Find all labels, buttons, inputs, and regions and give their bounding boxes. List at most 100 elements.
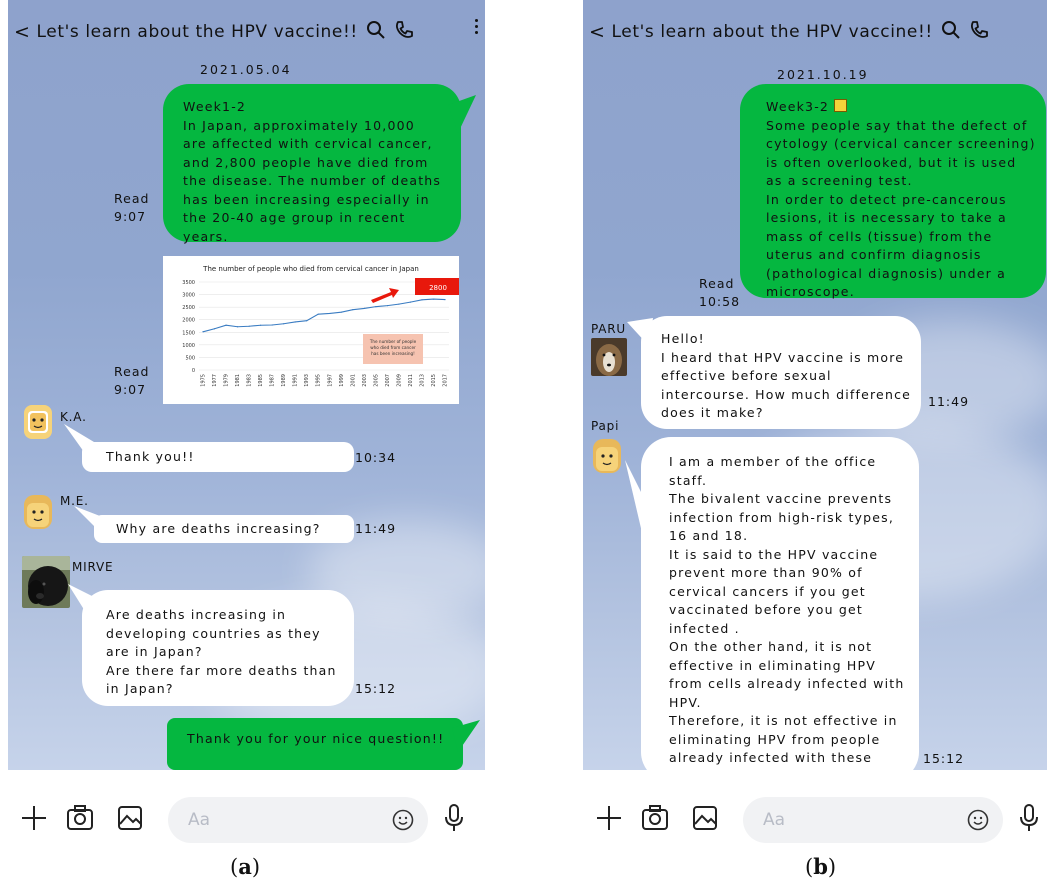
read-status: Read 9:07 [114,364,150,397]
message-bubble-incoming[interactable]: I am a member of the office staff. The b… [641,437,919,770]
annotation-text: The number of people [369,339,417,344]
chart-image[interactable]: The number of people who died from cervi… [163,256,461,404]
message-input[interactable]: Aa [168,797,428,843]
x-tick-label: 1993 [304,374,310,387]
figure-caption-b: (b) [805,854,837,879]
chat-date: 2021.10.19 [777,67,869,82]
message-time: 11:49 [928,394,970,409]
data-point [317,313,319,315]
y-tick-label: 1000 [182,343,195,349]
series-line [202,298,446,333]
phone-call-icon[interactable] [394,20,414,45]
camera-icon[interactable] [641,804,669,836]
data-point [432,298,435,300]
search-icon[interactable] [941,20,961,45]
y-tick-label: 3000 [182,293,195,299]
message-bubble-incoming[interactable]: Thank you!! [82,442,354,472]
figure-caption-a: (a) [230,854,261,879]
message-bubble-incoming[interactable]: Why are deaths increasing? [94,515,354,543]
data-point [271,324,273,326]
emoji-icon[interactable] [967,809,989,836]
bubble-tail [625,460,655,588]
x-tick-label: 2009 [396,374,402,387]
back-arrow-icon[interactable]: < [589,21,606,43]
chat-header: < Let's learn about the HPV vaccine!! [583,12,989,52]
bubble-tail [68,584,104,632]
annotation-text: has been increasing! [371,351,415,356]
bubble-tail [452,720,480,752]
message-bubble-outgoing[interactable]: Week3-2 Some people say that the defect … [740,84,1046,299]
input-placeholder: Aa [188,810,211,830]
memo-icon [834,99,848,112]
microphone-icon[interactable] [442,803,466,837]
data-point [225,324,227,326]
phone-call-icon[interactable] [969,20,989,45]
image-icon[interactable] [116,804,144,836]
x-tick-label: 1997 [327,374,333,387]
x-tick-label: 1991 [293,374,299,387]
read-status: Read 10:58 [699,276,741,309]
chat-screen-a: < Let's learn about the HPV vaccine!! 20… [8,0,485,770]
x-tick-label: 1995 [316,374,322,387]
sender-name: Papi [591,419,620,433]
bubble-tail [627,318,653,346]
data-point [409,301,412,303]
x-tick-label: 1979 [224,374,230,387]
plus-icon[interactable] [595,804,623,836]
data-point [283,323,285,325]
data-point [248,325,250,327]
chat-title: Let's learn about the HPV vaccine!! [611,22,933,42]
chat-date: 2021.05.04 [200,62,292,77]
x-tick-label: 2011 [408,374,414,387]
data-point [260,324,262,326]
message-bubble-incoming[interactable]: Are deaths increasing in developing coun… [82,590,354,706]
camera-icon[interactable] [66,804,94,836]
bubble-tail [448,95,476,133]
annotation-arrow [371,288,399,303]
chat-screen-b: < Let's learn about the HPV vaccine!! 20… [583,0,1047,770]
message-bubble-outgoing[interactable]: Week1-2 In Japan, approximately 10,000 a… [163,84,461,244]
emoji-icon[interactable] [392,809,414,836]
x-tick-label: 1987 [270,374,276,387]
y-tick-label: 3500 [182,280,195,286]
plus-icon[interactable] [20,804,48,836]
data-point [398,303,400,305]
annotation-text: who died from cancer [370,345,416,350]
x-tick-label: 2007 [385,374,391,387]
avatar-paru [591,338,627,376]
x-tick-label: 1975 [201,374,207,387]
avatar-ka [24,405,52,439]
message-text: I am a member of the office staff. The b… [669,454,905,770]
message-bubble-incoming[interactable]: Hello! I heard that HPV vaccine is more … [641,316,921,429]
bubble-tail [64,424,94,452]
bubble-tail [74,506,100,528]
message-text: Are deaths increasing in developing coun… [106,607,337,696]
data-point [294,321,296,323]
y-tick-label: 2500 [182,305,195,311]
sender-name: PARU [591,322,626,336]
back-arrow-icon[interactable]: < [14,21,31,43]
y-tick-label: 1500 [182,330,195,336]
annotation-value: 2800 [429,284,447,292]
search-icon[interactable] [366,20,386,45]
more-menu-icon[interactable] [475,16,479,37]
microphone-icon[interactable] [1017,803,1041,837]
sender-name: K.A. [60,410,87,424]
x-tick-label: 2013 [419,374,425,387]
chat-title: Let's learn about the HPV vaccine!! [36,22,358,42]
data-point [352,309,354,311]
message-text: Week1-2 In Japan, approximately 10,000 a… [183,99,442,244]
input-placeholder: Aa [763,810,786,830]
message-title: Week3-2 [766,98,1036,117]
data-point [363,307,365,309]
image-icon[interactable] [691,804,719,836]
data-point [236,326,239,328]
message-bubble-outgoing[interactable]: Thank you for your nice question!! [167,718,463,770]
data-point [213,328,216,330]
y-tick-label: 2000 [182,318,195,324]
x-tick-label: 2015 [431,374,437,387]
message-time: 15:12 [355,681,397,696]
data-point [202,331,204,333]
message-input[interactable]: Aa [743,797,1003,843]
message-time: 10:34 [355,450,397,465]
